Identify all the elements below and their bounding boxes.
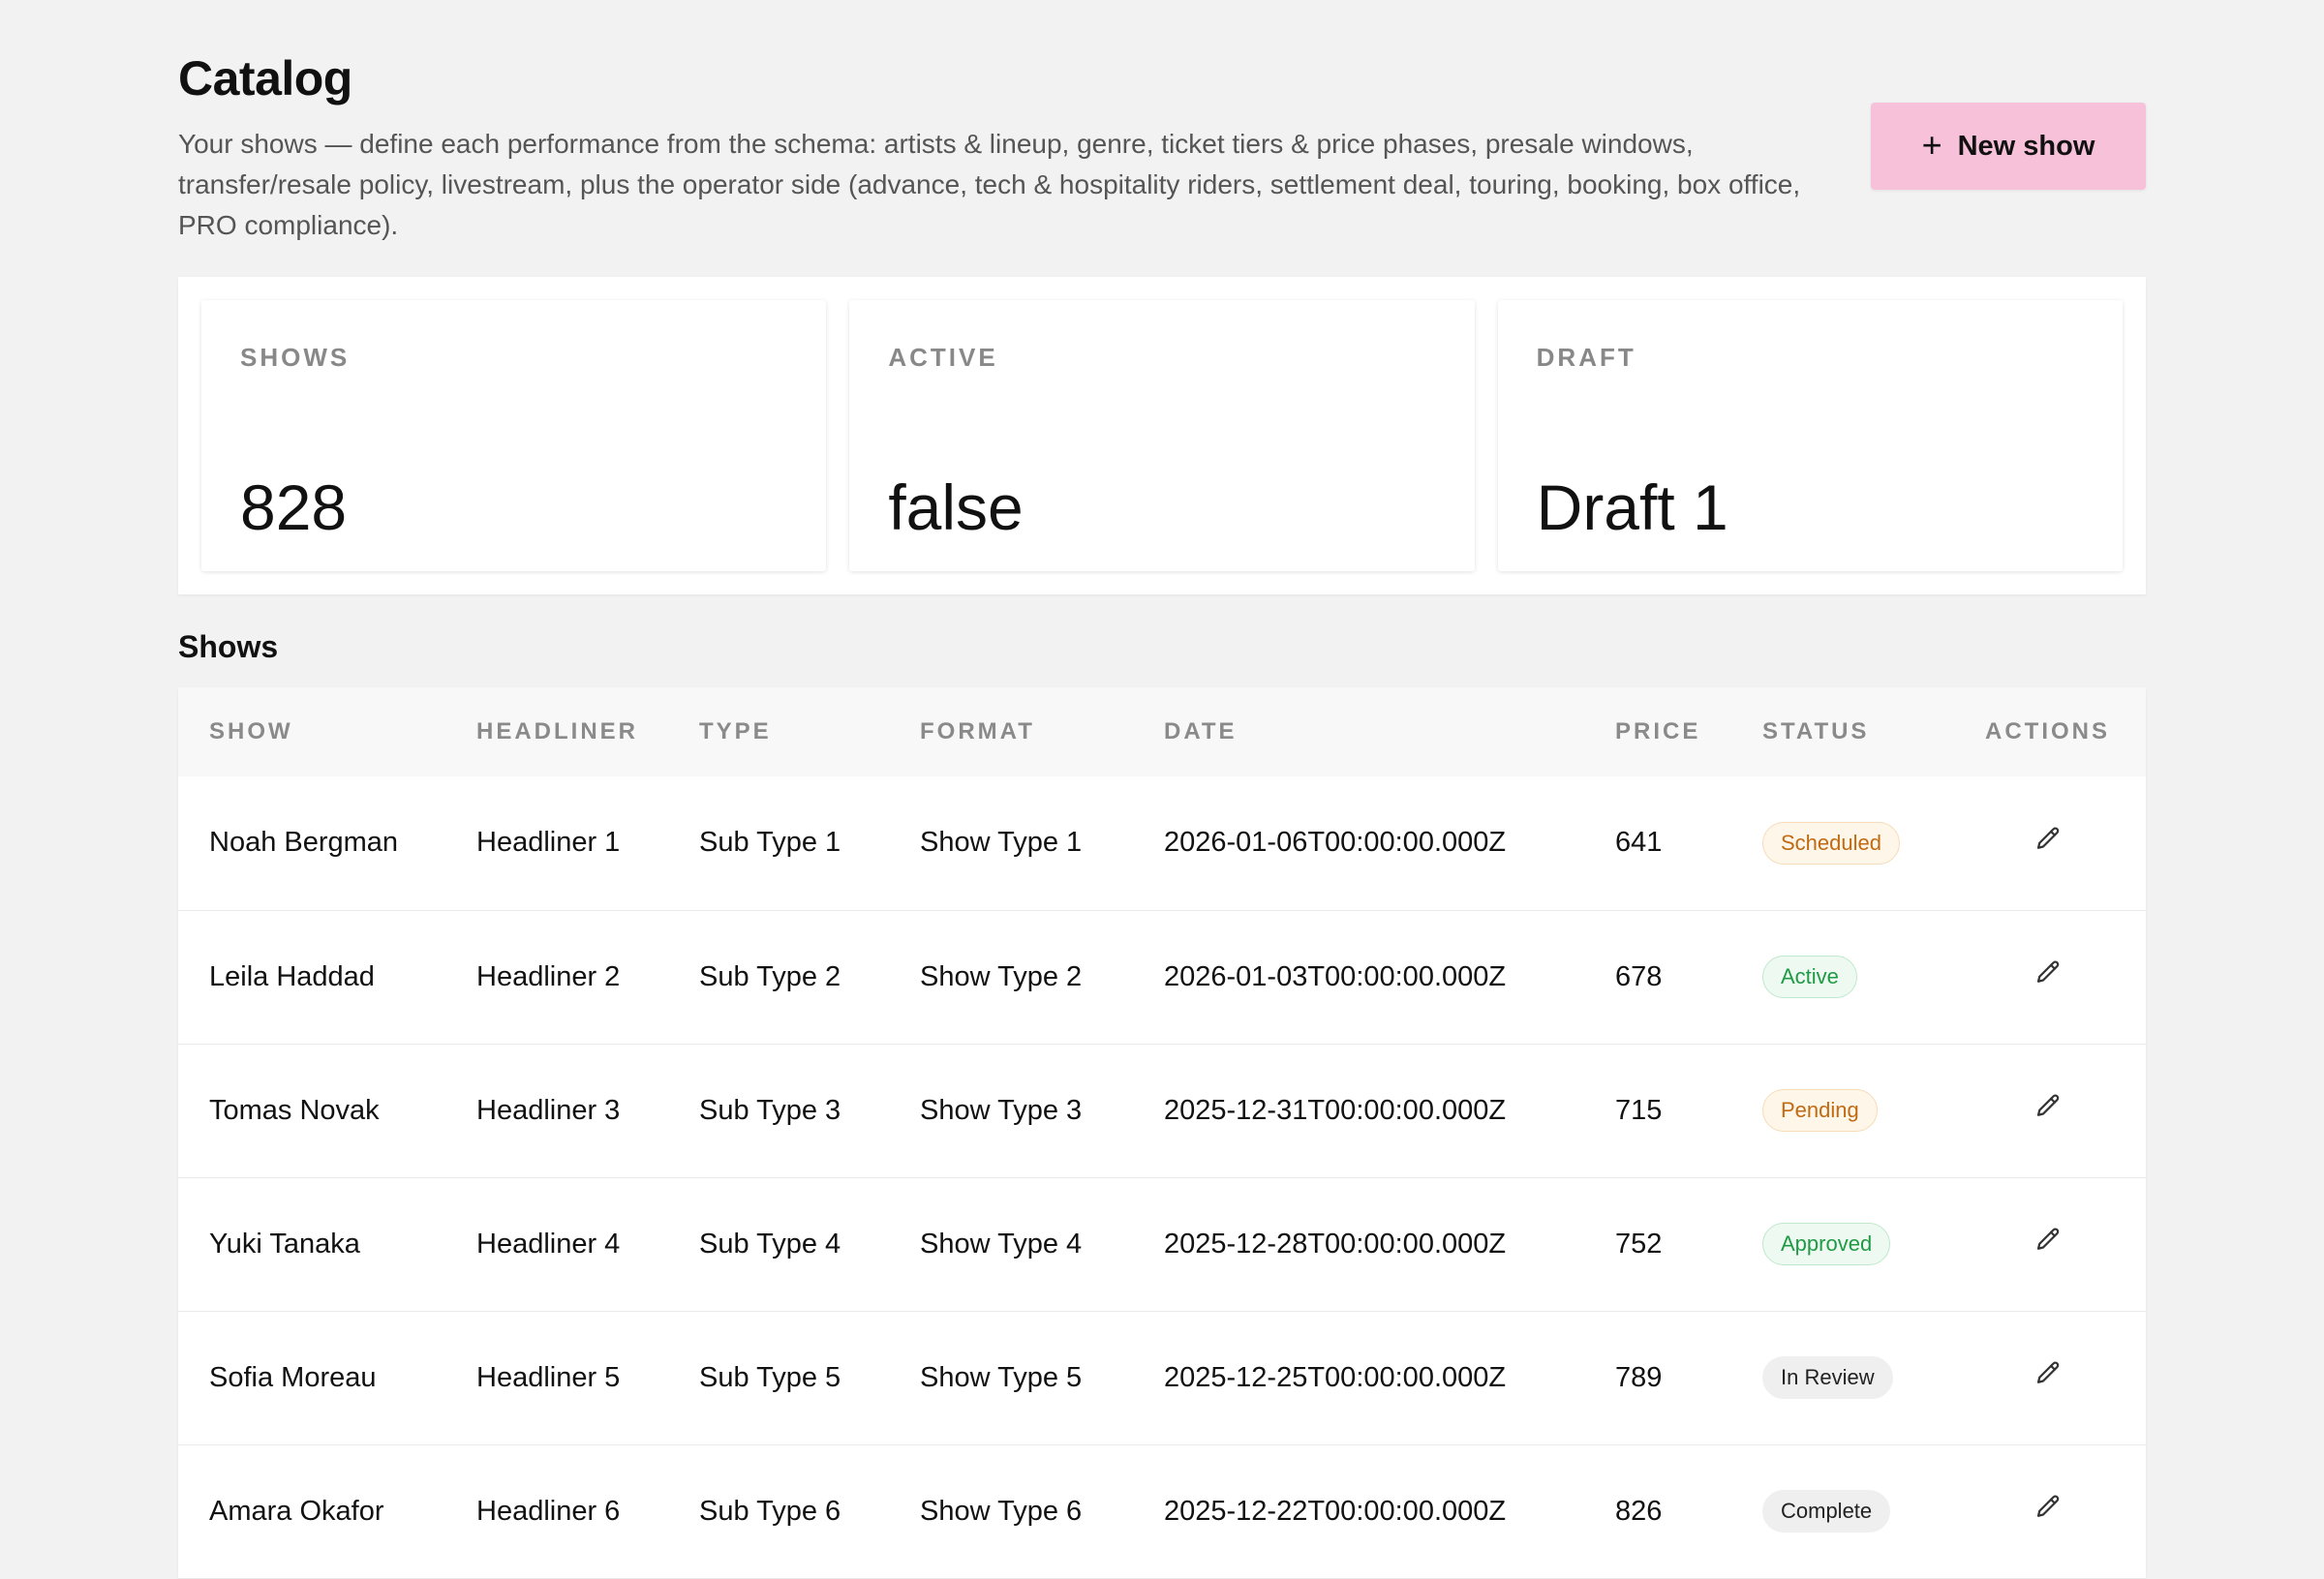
table-body: Noah Bergman Headliner 1 Sub Type 1 Show Ty… xyxy=(178,776,2146,1578)
cell-actions xyxy=(1949,1444,2146,1578)
stat-value: false xyxy=(888,471,1024,543)
column-header-show[interactable]: SHOW xyxy=(178,687,445,776)
cell-headliner: Headliner 3 xyxy=(476,1094,621,1126)
status-badge: Approved xyxy=(1762,1223,1891,1265)
status-badge: Pending xyxy=(1762,1089,1878,1132)
cell-actions xyxy=(1949,1044,2146,1177)
cell-status: Pending xyxy=(1731,1044,1949,1177)
stat-card-shows: SHOWS 828 xyxy=(201,300,827,571)
table-header-row: SHOW HEADLINER TYPE FORMAT DATE PRICE ST… xyxy=(178,687,2146,776)
page-title: Catalog xyxy=(178,51,352,106)
status-badge: Active xyxy=(1762,956,1857,998)
shows-section-title: Shows xyxy=(178,629,279,664)
column-header-format[interactable]: FORMAT xyxy=(889,687,1133,776)
page-header: Catalog Your shows — define each perform… xyxy=(178,0,2146,277)
stat-label: DRAFT xyxy=(1536,343,1636,372)
cell-format: Show Type 1 xyxy=(920,827,1083,859)
cell-price: 752 xyxy=(1615,1228,1663,1260)
cell-headliner: Headliner 1 xyxy=(476,827,621,859)
cell-price: 641 xyxy=(1615,827,1663,859)
cell-show: Amara Okafor xyxy=(209,1495,384,1527)
cell-status: In Review xyxy=(1731,1311,1949,1444)
cell-format: Show Type 2 xyxy=(920,960,1083,992)
table-row[interactable]: Leila Haddad Headliner 2 Sub Type 2 Show Ty… xyxy=(178,910,2146,1044)
cell-headliner: Headliner 4 xyxy=(476,1228,621,1260)
new-show-label: New show xyxy=(1957,130,2095,162)
cell-date: 2026-01-06T00:00:00.000Z xyxy=(1164,827,1507,859)
cell-headliner: Headliner 2 xyxy=(476,960,621,992)
edit-pencil-icon[interactable] xyxy=(2034,958,2063,987)
table-row[interactable]: Tomas Novak Headliner 3 Sub Type 3 Show Typ… xyxy=(178,1044,2146,1177)
cell-headliner: Headliner 5 xyxy=(476,1361,621,1393)
status-badge: In Review xyxy=(1762,1356,1893,1399)
stats-panel: SHOWS 828 ACTIVE false DRAFT Draft 1 xyxy=(178,277,2146,594)
cell-status: Active xyxy=(1731,910,1949,1044)
cell-price: 715 xyxy=(1615,1094,1663,1126)
table-header: SHOW HEADLINER TYPE FORMAT DATE PRICE ST… xyxy=(178,687,2146,776)
edit-pencil-icon[interactable] xyxy=(2034,1493,2063,1522)
page: Catalog Your shows — define each perform… xyxy=(178,0,2146,1579)
cell-date: 2025-12-28T00:00:00.000Z xyxy=(1164,1228,1507,1260)
column-header-actions: ACTIONS xyxy=(1985,718,2110,744)
column-header-price[interactable]: PRICE xyxy=(1584,687,1731,776)
cell-format: Show Type 6 xyxy=(920,1495,1083,1527)
cell-actions xyxy=(1949,776,2146,910)
cell-price: 826 xyxy=(1615,1495,1663,1527)
plus-icon: + xyxy=(1921,124,1942,165)
new-show-button[interactable]: + New show xyxy=(1871,103,2146,190)
column-header-type[interactable]: TYPE xyxy=(668,687,889,776)
cell-type: Sub Type 3 xyxy=(699,1094,841,1126)
cell-status: Complete xyxy=(1731,1444,1949,1578)
edit-pencil-icon[interactable] xyxy=(2034,1226,2063,1255)
cell-price: 789 xyxy=(1615,1361,1663,1393)
shows-table-container: SHOW HEADLINER TYPE FORMAT DATE PRICE ST… xyxy=(178,687,2146,1579)
cell-date: 2026-01-03T00:00:00.000Z xyxy=(1164,960,1507,992)
edit-pencil-icon[interactable] xyxy=(2034,1359,2063,1388)
page-description: Your shows — define each performance fro… xyxy=(178,129,1801,240)
cell-type: Sub Type 1 xyxy=(699,827,841,859)
status-badge: Complete xyxy=(1762,1490,1891,1533)
cell-date: 2025-12-25T00:00:00.000Z xyxy=(1164,1361,1507,1393)
shows-table: SHOW HEADLINER TYPE FORMAT DATE PRICE ST… xyxy=(178,687,2146,1579)
stat-label: ACTIVE xyxy=(888,343,998,372)
cell-actions xyxy=(1949,1311,2146,1444)
cell-format: Show Type 5 xyxy=(920,1361,1083,1393)
table-row[interactable]: Yuki Tanaka Headliner 4 Sub Type 4 Show Typ… xyxy=(178,1177,2146,1311)
cell-show: Noah Bergman xyxy=(209,827,399,859)
cell-show: Sofia Moreau xyxy=(209,1361,377,1393)
cell-status: Scheduled xyxy=(1731,776,1949,910)
edit-pencil-icon[interactable] xyxy=(2034,1092,2063,1121)
table-row[interactable]: Sofia Moreau Headliner 5 Sub Type 5 Show Ty… xyxy=(178,1311,2146,1444)
table-row[interactable]: Noah Bergman Headliner 1 Sub Type 1 Show Ty… xyxy=(178,776,2146,910)
cell-show: Yuki Tanaka xyxy=(209,1228,360,1260)
cell-actions xyxy=(1949,910,2146,1044)
stat-card-draft: DRAFT Draft 1 xyxy=(1497,300,2123,571)
cell-type: Sub Type 2 xyxy=(699,960,841,992)
status-badge: Scheduled xyxy=(1762,821,1900,865)
column-header-status[interactable]: STATUS xyxy=(1731,687,1949,776)
cell-type: Sub Type 4 xyxy=(699,1228,841,1260)
cell-status: Approved xyxy=(1731,1177,1949,1311)
stat-value: Draft 1 xyxy=(1536,471,1728,543)
cell-type: Sub Type 5 xyxy=(699,1361,841,1393)
cell-price: 678 xyxy=(1615,960,1663,992)
cell-date: 2025-12-31T00:00:00.000Z xyxy=(1164,1094,1507,1126)
cell-format: Show Type 4 xyxy=(920,1228,1083,1260)
stat-card-active: ACTIVE false xyxy=(849,300,1475,571)
edit-pencil-icon[interactable] xyxy=(2034,825,2063,854)
table-row[interactable]: Amara Okafor Headliner 6 Sub Type 6 Show Ty… xyxy=(178,1444,2146,1578)
column-header-date[interactable]: DATE xyxy=(1133,687,1584,776)
cell-format: Show Type 3 xyxy=(920,1094,1083,1126)
stat-value: 828 xyxy=(240,471,348,543)
cell-show: Tomas Novak xyxy=(209,1094,380,1126)
column-header-headliner[interactable]: HEADLINER xyxy=(445,687,668,776)
cell-show: Leila Haddad xyxy=(209,960,375,992)
stat-label: SHOWS xyxy=(240,343,351,372)
cell-type: Sub Type 6 xyxy=(699,1495,841,1527)
cell-actions xyxy=(1949,1177,2146,1311)
cell-headliner: Headliner 6 xyxy=(476,1495,621,1527)
cell-date: 2025-12-22T00:00:00.000Z xyxy=(1164,1495,1507,1527)
